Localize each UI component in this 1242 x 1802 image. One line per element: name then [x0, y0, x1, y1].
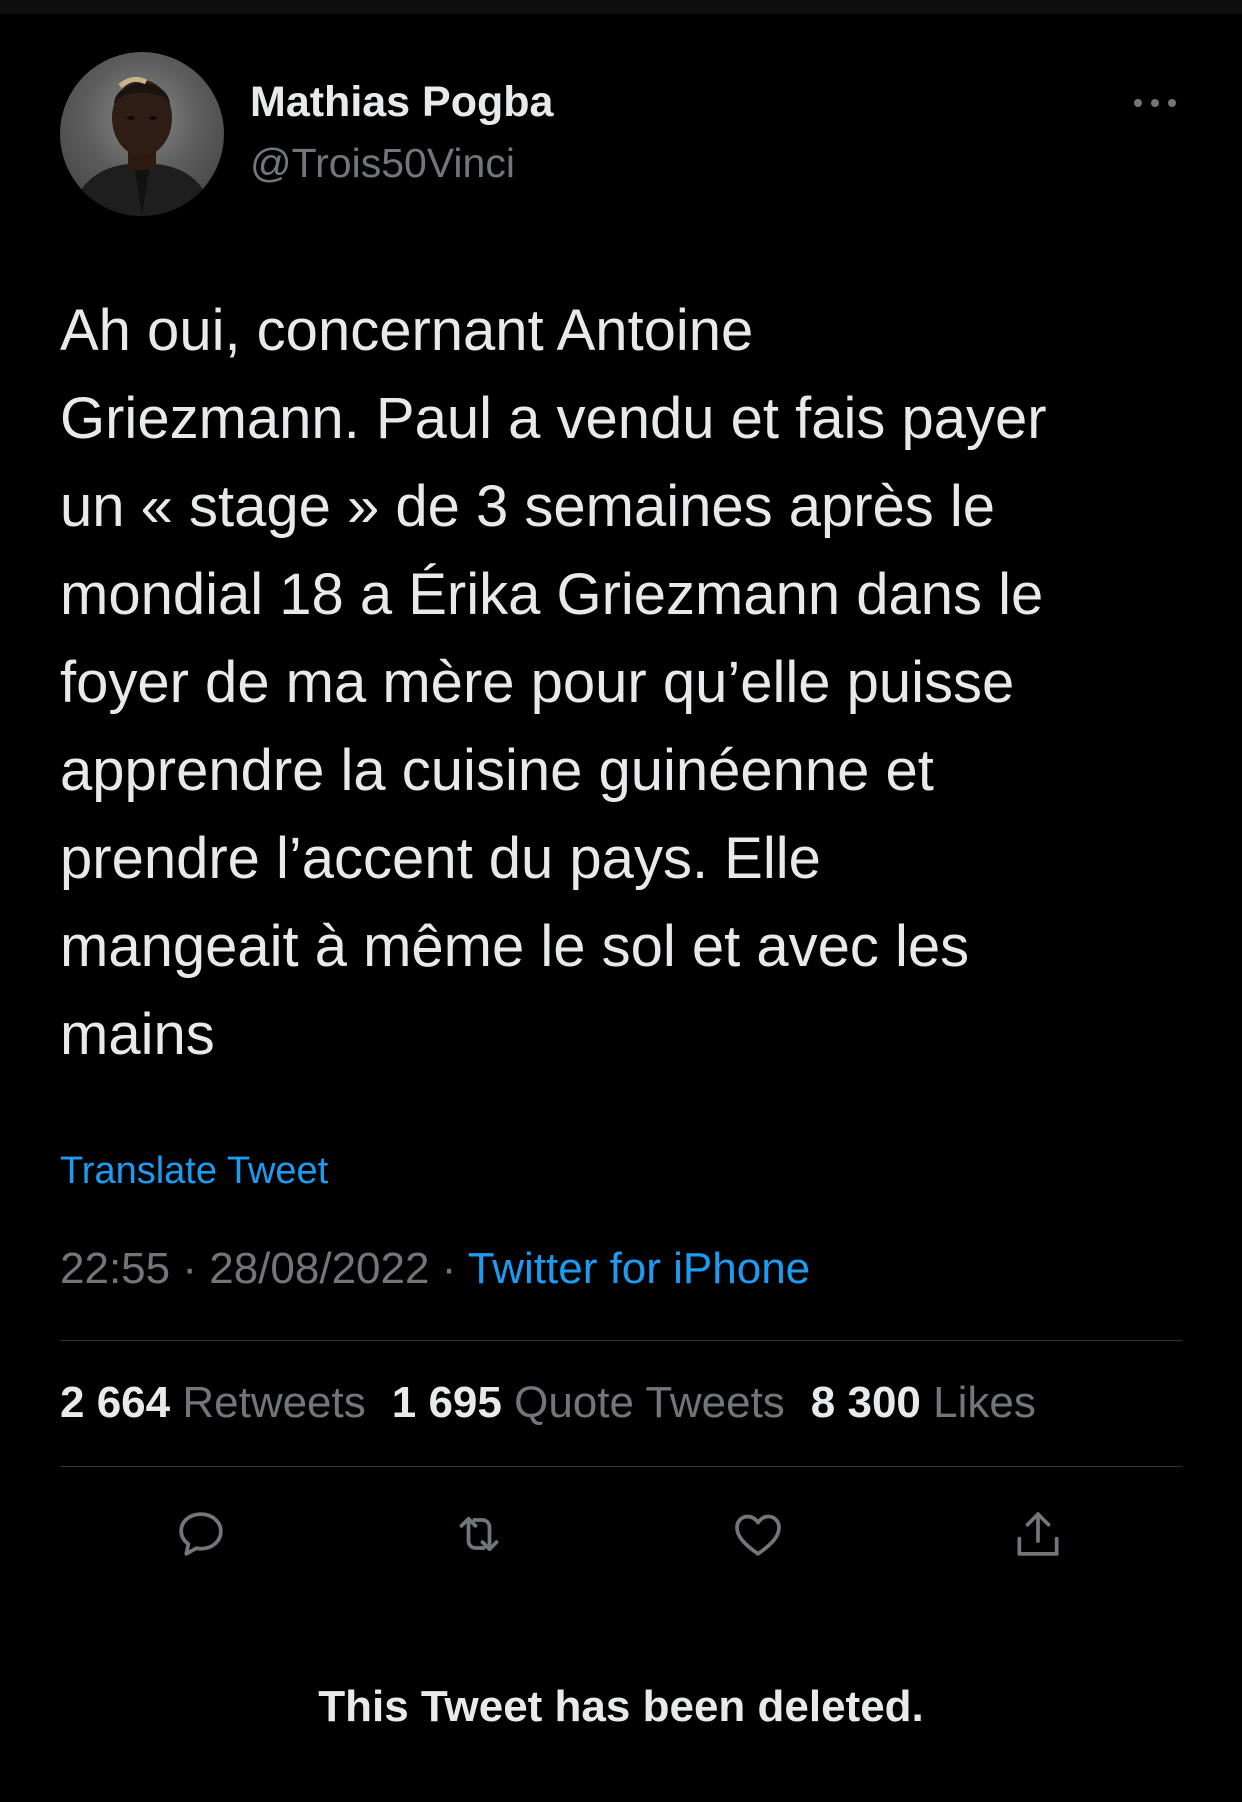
- like-icon[interactable]: [728, 1506, 788, 1562]
- likes-stat[interactable]: 8 300 Likes: [811, 1378, 1036, 1428]
- tweet-stats: 2 664 Retweets 1 695 Quote Tweets 8 300 …: [60, 1378, 1036, 1428]
- tweet-text: Ah oui, concernant Antoine Griezmann. Pa…: [60, 298, 1047, 1067]
- tweet-source-link[interactable]: Twitter for iPhone: [468, 1244, 810, 1293]
- quote-tweets-count: 1 695: [391, 1378, 502, 1427]
- likes-count: 8 300: [810, 1378, 921, 1427]
- retweets-stat[interactable]: 2 664 Retweets: [60, 1378, 366, 1428]
- retweet-icon[interactable]: [449, 1506, 509, 1562]
- avatar[interactable]: [60, 52, 224, 216]
- meta-separator: ·: [182, 1244, 197, 1293]
- divider: [60, 1466, 1182, 1467]
- deleted-notice: This Tweet has been deleted.: [318, 1682, 924, 1731]
- tweet-meta: 22:55 · 28/08/2022 · Twitter for iPhone: [60, 1244, 810, 1294]
- more-options-icon[interactable]: [1120, 88, 1190, 118]
- quote-tweets-stat[interactable]: 1 695 Quote Tweets: [392, 1378, 785, 1428]
- tweet-time: 22:55: [60, 1244, 171, 1293]
- retweets-label: Retweets: [182, 1378, 366, 1427]
- display-name[interactable]: Mathias Pogba: [250, 78, 553, 127]
- status-bar-strip: [0, 0, 1242, 14]
- translate-tweet-link[interactable]: Translate Tweet: [60, 1150, 328, 1193]
- divider: [60, 1340, 1182, 1341]
- share-icon[interactable]: [1008, 1506, 1068, 1562]
- likes-label: Likes: [933, 1378, 1036, 1427]
- tweet-date: 28/08/2022: [209, 1244, 430, 1293]
- user-handle[interactable]: @Trois50Vinci: [250, 140, 515, 187]
- retweets-count: 2 664: [60, 1378, 171, 1427]
- reply-icon[interactable]: [171, 1506, 231, 1562]
- avatar-image: [70, 76, 214, 216]
- quote-tweets-label: Quote Tweets: [514, 1378, 785, 1427]
- meta-separator: ·: [441, 1244, 457, 1293]
